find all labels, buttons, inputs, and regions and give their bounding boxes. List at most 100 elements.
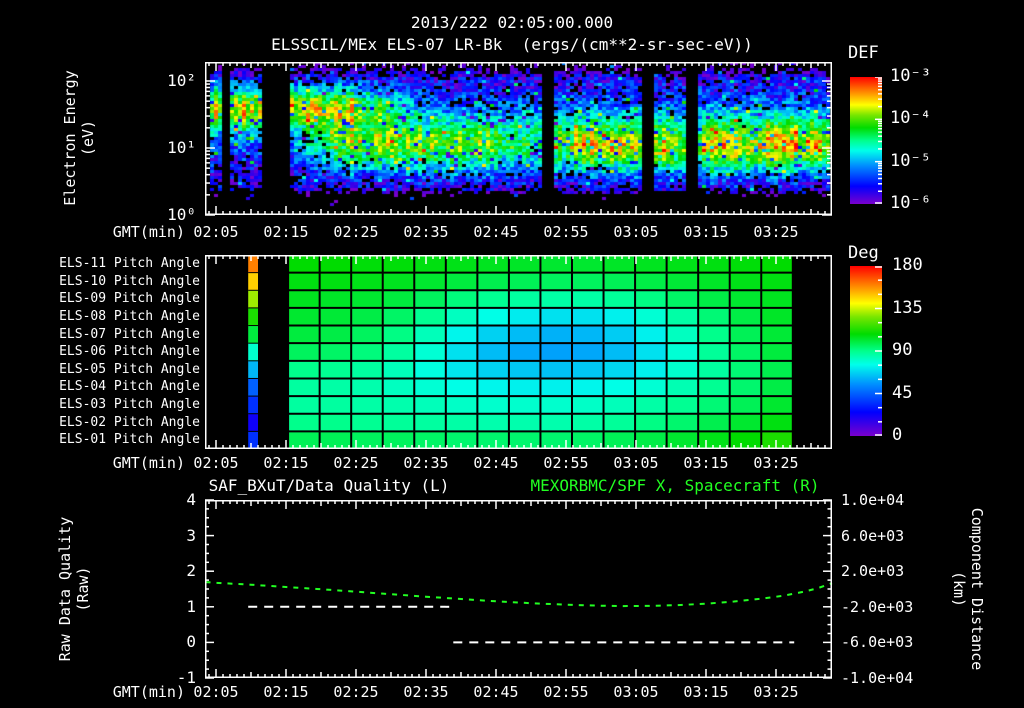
plot-shape: [635, 307, 668, 327]
plot-shape: [698, 343, 731, 362]
pitch-row-label: ELS-08 Pitch Angle: [59, 308, 200, 324]
plot-shape: [571, 307, 605, 327]
plot-shape: [761, 255, 794, 274]
x-tick-label: 02:55: [543, 223, 589, 241]
plot-shape: [248, 431, 258, 449]
x-tick-label: 02:45: [473, 454, 519, 472]
plot-shape: [508, 307, 541, 327]
pitch-row-label: ELS-10 Pitch Angle: [59, 273, 200, 289]
pitch-row-label: ELS-03 Pitch Angle: [59, 397, 200, 413]
plot-shape: [635, 343, 668, 362]
plot-shape: [571, 290, 605, 309]
plot-shape: [351, 360, 384, 379]
plot-shape: [351, 290, 384, 309]
distance-y-tick-label: 2.0e+03: [841, 562, 905, 581]
plot-shape: [319, 307, 352, 327]
spectrogram-y-tick-label: 10²: [167, 71, 196, 90]
plot-shape: [571, 396, 605, 415]
plot-shape: [382, 272, 415, 291]
plot-shape: [729, 378, 762, 397]
pitch-row-label: ELS-09 Pitch Angle: [59, 291, 200, 307]
plot-shape: [761, 360, 794, 379]
x-tick-label: 02:15: [263, 454, 309, 472]
plot-shape: [288, 413, 321, 432]
x-tick-label: 03:05: [613, 683, 659, 701]
x-tick-label: 03:25: [753, 454, 799, 472]
plot-shape: [445, 290, 478, 309]
plot-shape: [414, 360, 447, 379]
plot-shape: [761, 343, 794, 362]
plot-shape: [382, 360, 415, 379]
plot-shape: [571, 255, 605, 274]
quality-y-axis-title-line2: (Raw): [74, 566, 92, 612]
gmt-axis-label: GMT(min): [112, 223, 185, 241]
plot-shape: [729, 325, 762, 344]
x-tick-label: 03:15: [683, 223, 729, 241]
plot-shape: [603, 272, 636, 291]
plot-shape: [445, 413, 478, 432]
plot-shape: [761, 396, 794, 415]
plot-shape: [351, 307, 384, 327]
distance-y-axis-title: Component Distance (km): [950, 479, 986, 699]
plot-shape: [698, 396, 731, 415]
quality-y-tick-label: 1: [186, 596, 196, 616]
plot-shape: [248, 307, 258, 326]
plot-shape: [761, 413, 794, 432]
plot-shape: [729, 307, 762, 327]
x-tick-label: 02:35: [403, 223, 449, 241]
spacecraft-series-title: MEXORBMC/SPF X, Spacecraft (R): [530, 476, 820, 495]
plot-shape: [382, 255, 415, 274]
distance-y-axis-title-line1: Component Distance: [968, 507, 986, 671]
plot-shape: [508, 255, 541, 274]
plot-shape: [248, 378, 258, 397]
plot-shape: [414, 396, 447, 415]
pitch-row-label: ELS-06 Pitch Angle: [59, 344, 200, 360]
plot-shape: [603, 360, 636, 379]
plot-shape: [319, 413, 352, 432]
plot-shape: [477, 413, 510, 432]
spectrogram-y-tick-label: 10⁰: [167, 205, 196, 224]
plot-shape: [761, 378, 794, 397]
plot-shape: [288, 343, 321, 362]
plot-shape: [319, 378, 352, 397]
x-tick-label: 02:35: [403, 454, 449, 472]
plot-shape: [382, 413, 415, 432]
plot-shape: [540, 290, 573, 309]
spectrogram-y-axis-title: Electron Energy (eV): [61, 28, 97, 248]
spectrogram-y-tick-label: 10¹: [167, 138, 196, 157]
plot-shape: [319, 325, 352, 344]
plot-shape: [319, 343, 352, 362]
plot-shape: [729, 396, 762, 415]
plot-shape: [603, 343, 636, 362]
plot-shape: [508, 378, 541, 397]
distance-y-axis-title-line2: (km): [950, 570, 968, 608]
plot-shape: [666, 307, 699, 327]
x-tick-label: 02:45: [473, 683, 519, 701]
pitch-row-label: ELS-11 Pitch Angle: [59, 256, 200, 271]
plot-shape: [477, 290, 510, 309]
pitch-row-label: ELS-04 Pitch Angle: [59, 379, 200, 395]
plot-shape: [288, 307, 321, 327]
spectrogram-y-axis-title-line2: (eV): [79, 119, 97, 157]
def-colorbar-label: 10⁻⁶: [890, 192, 931, 213]
plot-shape: [666, 413, 699, 432]
plot-shape: [445, 396, 478, 415]
x-tick-label: 02:35: [403, 683, 449, 701]
plot-shape: [319, 272, 352, 291]
plot-shape: [666, 325, 699, 344]
x-tick-label: 02:25: [333, 683, 379, 701]
plot-shape: [351, 325, 384, 344]
plot-shape: [248, 255, 258, 273]
plot-shape: [698, 272, 731, 291]
plot-shape: [382, 378, 415, 397]
plot-shape: [248, 290, 258, 308]
x-tick-label: 03:25: [753, 223, 799, 241]
plot-shape: [477, 396, 510, 415]
plot-shape: [761, 431, 794, 450]
plot-shape: [288, 290, 321, 309]
plot-shape: [635, 378, 668, 397]
plot-shape: [698, 378, 731, 397]
spectrogram-axes: [205, 62, 832, 216]
quality-y-tick-label: -1: [176, 668, 196, 687]
plot-shape: [571, 325, 605, 344]
